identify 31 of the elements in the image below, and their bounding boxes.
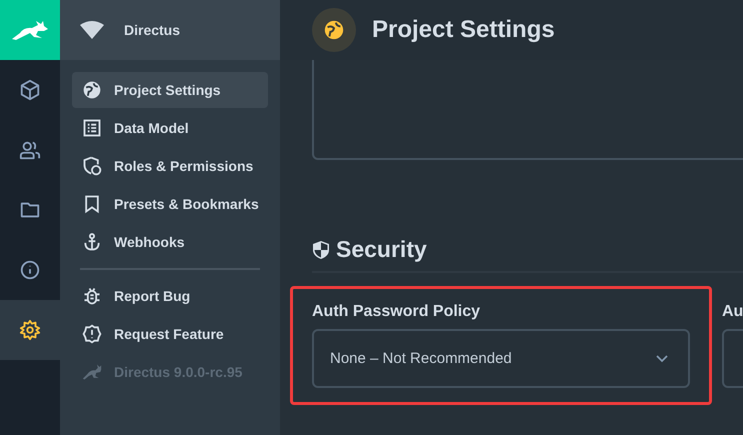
shield-icon [312,240,330,260]
users-icon [19,139,41,161]
bug-icon [82,286,102,306]
nav-link[interactable]: Report Bug [72,278,268,314]
nav-item[interactable]: Data Model [72,110,268,146]
anchor-icon [82,232,102,252]
cube-icon [19,79,41,101]
nav-item[interactable]: Project Settings [72,72,268,108]
rabbit-icon [82,362,102,382]
nav-item[interactable]: Webhooks [72,224,268,260]
section-title: Security [336,236,427,263]
project-name: Directus [124,22,180,38]
list-icon [82,118,102,138]
wifi-icon [80,21,104,39]
shield-icon [82,156,102,176]
dropdown-field[interactable]: None – Not Recommended [312,329,690,388]
info-icon [19,259,41,281]
field-label: Au [722,303,743,321]
nav-item[interactable]: Roles & Permissions [72,148,268,184]
nav-item[interactable]: Presets & Bookmarks [72,186,268,222]
globe-icon [323,19,345,41]
page-title: Project Settings [372,16,555,44]
rabbit-logo-icon [10,19,50,41]
module-button[interactable] [0,300,60,360]
nav-link[interactable]: Request Feature [72,316,268,352]
logo-tile[interactable] [0,0,60,60]
field-label: Auth Password Policy [312,303,480,321]
gear-icon [19,319,41,341]
chevron-down-icon [656,354,668,362]
globe-icon [82,80,102,100]
alert-icon [82,324,102,344]
